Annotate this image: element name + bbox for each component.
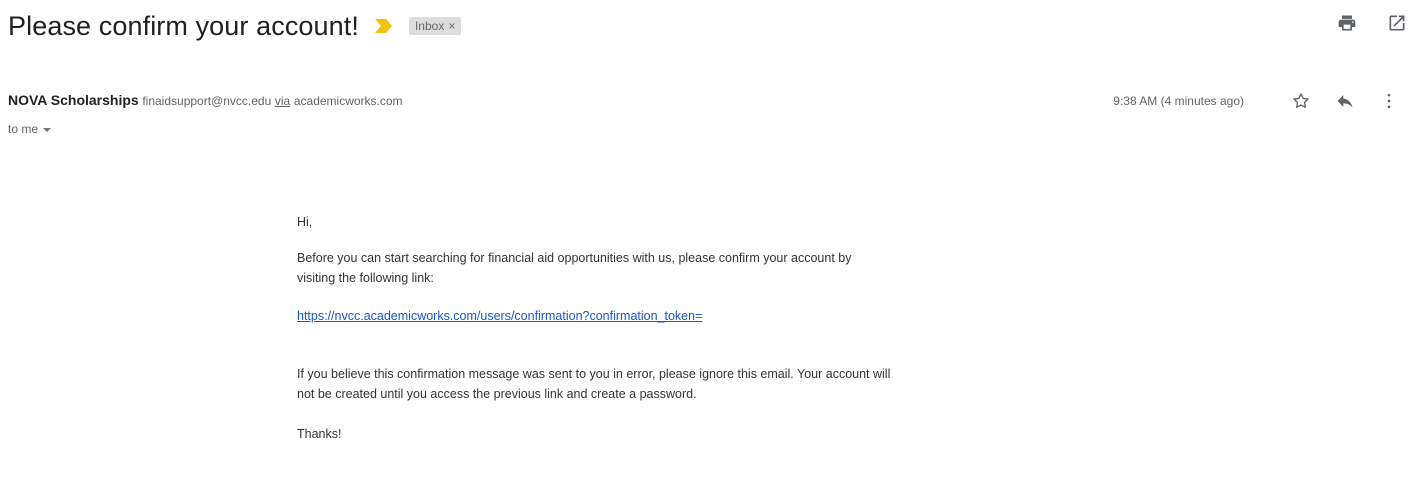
- sender-email: finaidsupport@nvcc.edu: [142, 94, 272, 108]
- more-vertical-icon[interactable]: [1378, 90, 1400, 112]
- star-icon[interactable]: [1290, 90, 1312, 112]
- subject-row: Please confirm your account! Inbox ×: [8, 6, 462, 46]
- top-actions: [1336, 12, 1408, 34]
- reply-icon[interactable]: [1334, 90, 1356, 112]
- chevron-down-icon[interactable]: [43, 127, 52, 132]
- closing: Thanks!: [297, 427, 342, 441]
- sender-row: NOVA Scholarships finaidsupport@nvcc.edu…: [8, 92, 403, 108]
- sender-name[interactable]: NOVA Scholarships: [8, 92, 139, 108]
- inbox-label-chip: Inbox ×: [408, 17, 462, 35]
- via-domain: academicworks.com: [293, 94, 403, 108]
- message-timestamp: 9:38 AM (4 minutes ago): [1113, 94, 1244, 108]
- email-subject: Please confirm your account!: [8, 10, 359, 41]
- recipient-details-toggle[interactable]: to me: [8, 122, 52, 136]
- body-paragraph: Before you can start searching for finan…: [297, 251, 852, 285]
- confirmation-link[interactable]: https://nvcc.academicworks.com/users/con…: [297, 306, 1057, 326]
- print-icon[interactable]: [1336, 12, 1358, 34]
- inbox-label-text: Inbox: [414, 19, 445, 33]
- body-paragraph: If you believe this confirmation message…: [297, 367, 891, 401]
- remove-label-icon[interactable]: ×: [448, 19, 455, 33]
- recipient-label: to me: [8, 122, 39, 136]
- open-in-new-window-icon[interactable]: [1386, 12, 1408, 34]
- message-actions: 9:38 AM (4 minutes ago): [1113, 90, 1400, 112]
- importance-marker-icon[interactable]: [373, 17, 395, 35]
- via-link[interactable]: via: [275, 94, 290, 108]
- message-body: Hi, Before you can start searching for f…: [297, 212, 1057, 444]
- greeting: Hi,: [297, 215, 313, 229]
